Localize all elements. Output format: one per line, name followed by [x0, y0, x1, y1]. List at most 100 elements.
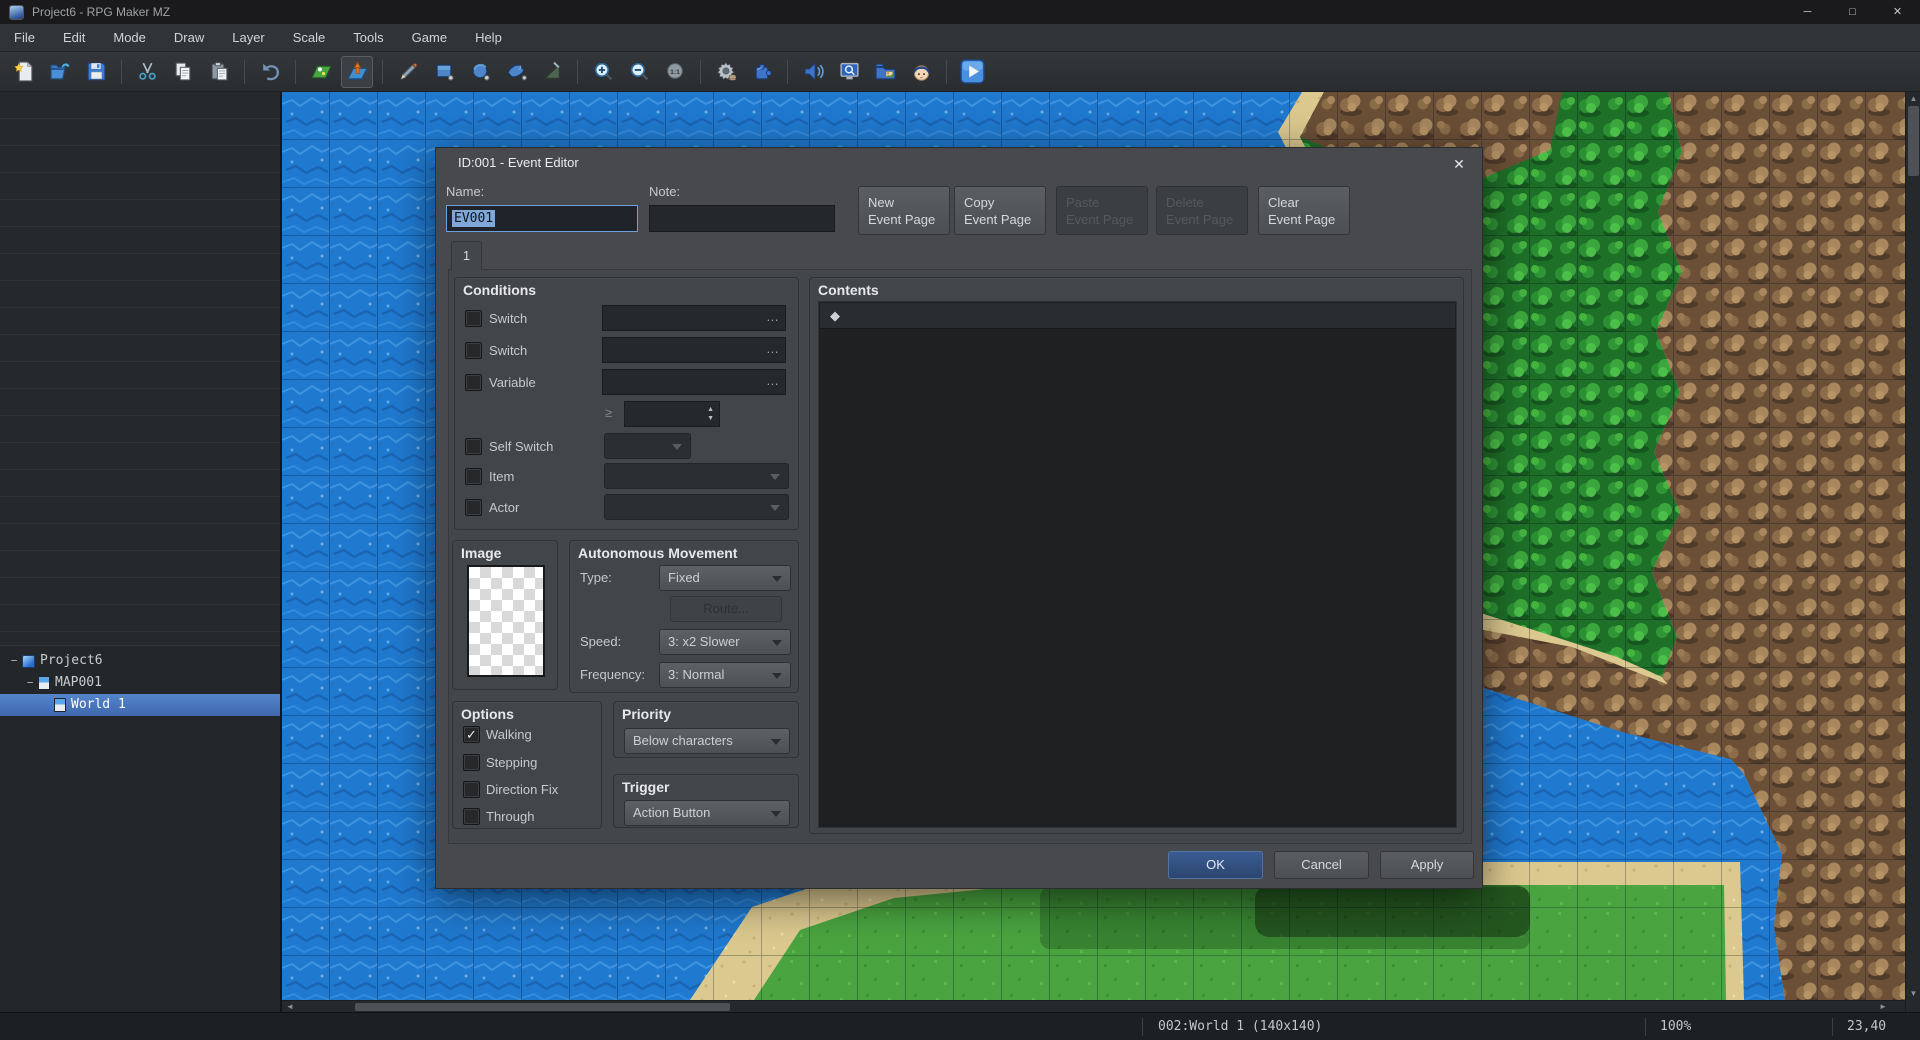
priority-title: Priority [622, 706, 671, 722]
name-input[interactable]: EV001 [446, 205, 638, 232]
save-project-icon[interactable] [80, 56, 112, 88]
priority-select[interactable]: Below characters [624, 728, 790, 754]
switch2-label: Switch [489, 343, 527, 358]
switch1-field[interactable]: … [602, 305, 786, 331]
menu-edit[interactable]: Edit [49, 24, 99, 51]
database-icon[interactable] [710, 56, 742, 88]
switch1-checkbox[interactable] [465, 310, 482, 327]
copy-event-page-button[interactable]: CopyEvent Page [954, 186, 1046, 235]
sound-test-icon[interactable] [797, 56, 829, 88]
vertical-scroll-thumb[interactable] [1908, 106, 1919, 176]
menu-mode[interactable]: Mode [99, 24, 160, 51]
stepping-checkbox[interactable] [463, 754, 480, 771]
tileset-palette[interactable] [0, 92, 280, 645]
event-image-box[interactable] [467, 565, 545, 677]
browse-icon[interactable]: … [766, 341, 779, 356]
character-generator-icon[interactable] [905, 56, 937, 88]
movement-type-select[interactable]: Fixed [659, 565, 791, 591]
direction-fix-label: Direction Fix [486, 782, 558, 797]
collapse-icon[interactable]: − [8, 650, 20, 672]
browse-icon[interactable]: … [766, 373, 779, 388]
paste-icon[interactable] [203, 56, 235, 88]
switch2-field[interactable]: … [602, 337, 786, 363]
frequency-select[interactable]: 3: Normal [659, 662, 791, 688]
cut-icon[interactable] [131, 56, 163, 88]
new-event-page-button[interactable]: NewEvent Page [858, 186, 950, 235]
self-switch-checkbox[interactable] [465, 438, 482, 455]
tree-label: MAP001 [55, 672, 102, 694]
spin-down-icon[interactable]: ▼ [707, 415, 714, 422]
speed-select[interactable]: 3: x2 Slower [659, 629, 791, 655]
open-project-icon[interactable] [44, 56, 76, 88]
apply-button[interactable]: Apply [1380, 851, 1474, 879]
scroll-up-icon[interactable]: ▲ [1906, 94, 1920, 103]
vertical-scrollbar[interactable]: ▲ ▼ [1905, 92, 1920, 1012]
map-mode-icon[interactable] [305, 56, 337, 88]
dialog-close-icon[interactable]: ✕ [1448, 153, 1470, 175]
zoom-out-icon[interactable] [623, 56, 655, 88]
variable-value-spinner[interactable]: ▲ ▼ [624, 401, 720, 427]
shadow-pen-tool-icon[interactable] [536, 56, 568, 88]
walking-checkbox[interactable]: ✓ [463, 726, 480, 743]
rectangle-tool-icon[interactable] [428, 56, 460, 88]
contents-title: Contents [818, 282, 879, 298]
ellipse-tool-icon[interactable] [464, 56, 496, 88]
menu-scale[interactable]: Scale [279, 24, 340, 51]
menu-layer[interactable]: Layer [218, 24, 279, 51]
pencil-tool-icon[interactable] [392, 56, 424, 88]
browse-icon[interactable]: … [766, 309, 779, 324]
copy-icon[interactable] [167, 56, 199, 88]
close-button[interactable]: ✕ [1875, 0, 1920, 24]
contents-group: Contents ◆ [809, 277, 1464, 834]
event-command-list[interactable]: ◆ [818, 301, 1457, 828]
scroll-down-icon[interactable]: ▼ [1906, 989, 1920, 998]
plugin-manager-icon[interactable] [746, 56, 778, 88]
minimize-button[interactable]: ─ [1785, 0, 1830, 24]
self-switch-select[interactable] [604, 433, 691, 459]
scroll-left-icon[interactable]: ◄ [284, 1002, 296, 1012]
variable-field[interactable]: … [602, 369, 786, 395]
tree-item-world1[interactable]: World 1 [0, 694, 280, 716]
new-project-icon[interactable] [8, 56, 40, 88]
flood-fill-tool-icon[interactable] [500, 56, 532, 88]
tree-item-project[interactable]: − Project6 [0, 650, 280, 672]
menu-tools[interactable]: Tools [339, 24, 397, 51]
item-checkbox[interactable] [465, 468, 482, 485]
spin-up-icon[interactable]: ▲ [707, 406, 714, 413]
cancel-button[interactable]: Cancel [1274, 851, 1369, 879]
left-panel: − Project6 − MAP001 World 1 [0, 92, 282, 1012]
event-mode-icon[interactable] [341, 56, 373, 88]
switch2-checkbox[interactable] [465, 342, 482, 359]
horizontal-scrollbar[interactable]: ◄ ► [282, 1000, 1905, 1012]
trigger-select[interactable]: Action Button [624, 800, 790, 826]
menu-file[interactable]: File [0, 24, 49, 51]
note-input[interactable] [649, 205, 835, 232]
playtest-icon[interactable] [956, 56, 988, 88]
menu-draw[interactable]: Draw [160, 24, 218, 51]
resource-manager-icon[interactable] [869, 56, 901, 88]
frequency-label: Frequency: [580, 667, 645, 682]
event-searcher-icon[interactable] [833, 56, 865, 88]
scroll-right-icon[interactable]: ► [1877, 1002, 1889, 1012]
undo-icon[interactable] [254, 56, 286, 88]
event-page-tab-1[interactable]: 1 [451, 241, 482, 270]
collapse-icon[interactable]: − [24, 672, 36, 694]
command-row-selected[interactable]: ◆ [820, 303, 1455, 329]
zoom-actual-icon[interactable]: 1:1 [659, 56, 691, 88]
actor-select[interactable] [604, 494, 789, 520]
menu-help[interactable]: Help [461, 24, 516, 51]
zoom-in-icon[interactable] [587, 56, 619, 88]
route-button: Route... [670, 596, 782, 622]
actor-checkbox[interactable] [465, 499, 482, 516]
image-group: Image [452, 540, 558, 690]
maximize-button[interactable]: □ [1830, 0, 1875, 24]
horizontal-scroll-thumb[interactable] [355, 1003, 730, 1011]
clear-event-page-button[interactable]: ClearEvent Page [1258, 186, 1350, 235]
menu-game[interactable]: Game [398, 24, 461, 51]
tree-item-map001[interactable]: − MAP001 [0, 672, 280, 694]
through-checkbox[interactable] [463, 808, 480, 825]
direction-fix-checkbox[interactable] [463, 781, 480, 798]
ok-button[interactable]: OK [1168, 851, 1263, 879]
item-select[interactable] [604, 463, 789, 489]
variable-checkbox[interactable] [465, 374, 482, 391]
